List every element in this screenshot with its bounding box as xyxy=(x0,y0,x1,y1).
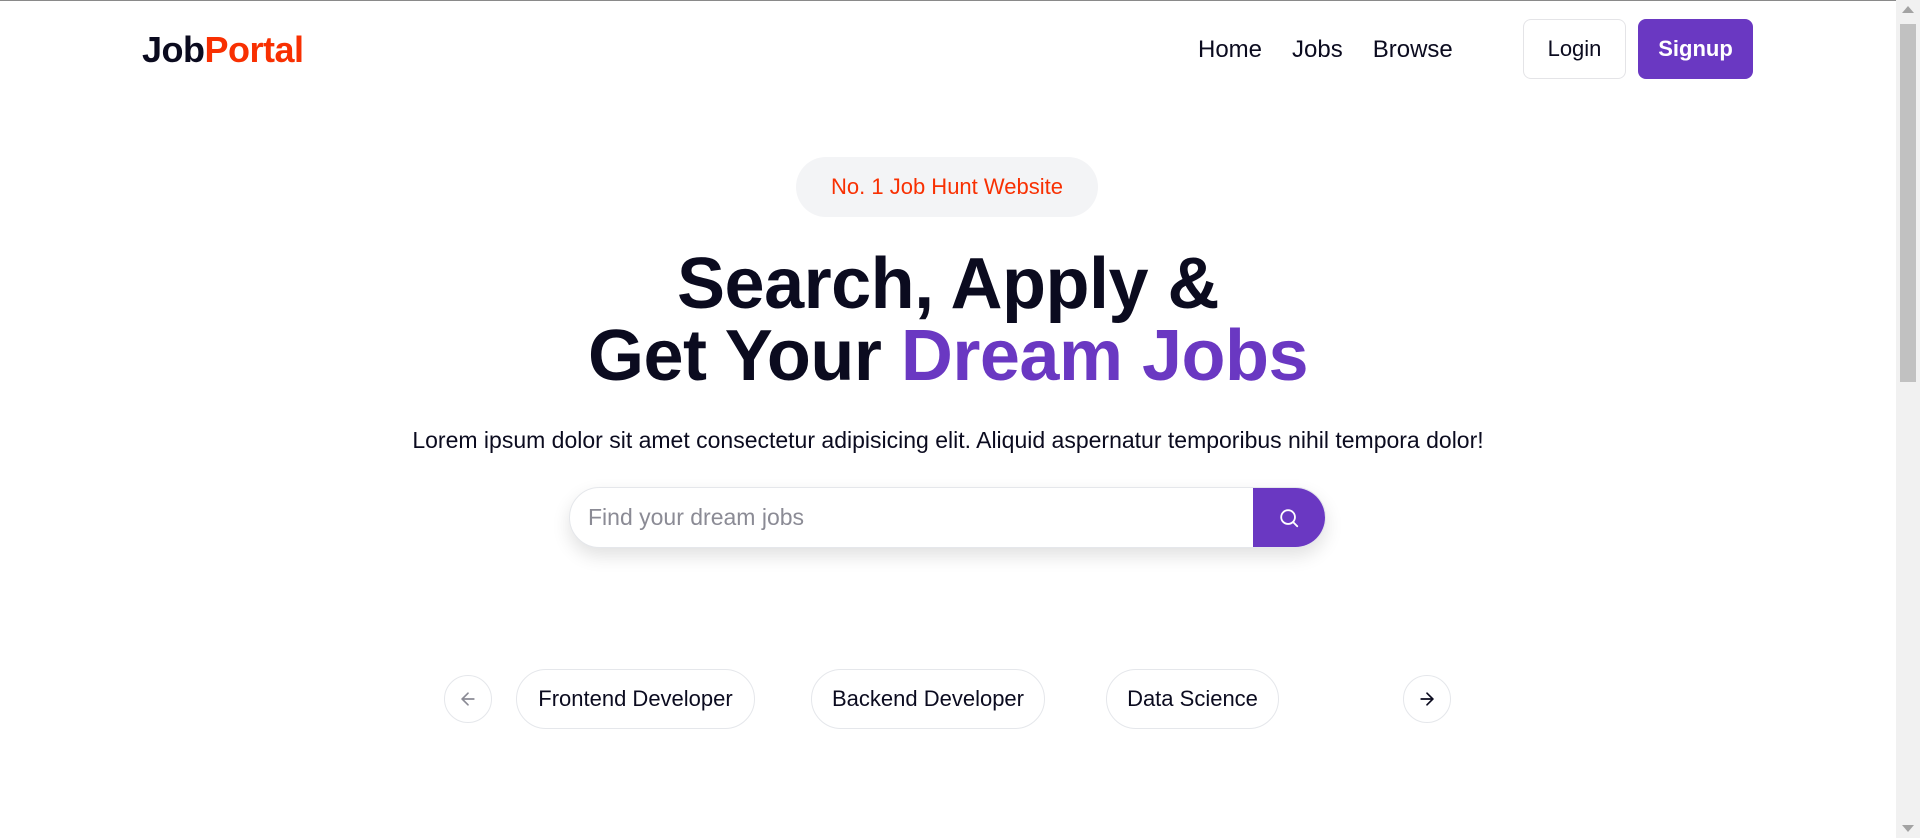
brand-logo-part1: Job xyxy=(142,29,205,70)
brand-logo[interactable]: JobPortal xyxy=(142,28,304,72)
login-button[interactable]: Login xyxy=(1523,19,1626,79)
search-bar xyxy=(569,487,1326,548)
nav-link-jobs[interactable]: Jobs xyxy=(1292,32,1343,68)
hero-headline-line1: Search, Apply & xyxy=(677,244,1220,324)
arrow-left-icon xyxy=(461,692,475,706)
brand-logo-part2: Portal xyxy=(204,29,305,70)
hero-headline-line2: Get Your Dream Jobs xyxy=(0,320,1896,392)
scrollbar-thumb[interactable] xyxy=(1900,24,1916,382)
carousel-prev-button[interactable] xyxy=(444,675,492,723)
signup-button[interactable]: Signup xyxy=(1638,19,1753,79)
scroll-down-arrow-icon[interactable] xyxy=(1902,825,1914,832)
hero-subtext: Lorem ipsum dolor sit amet consectetur a… xyxy=(412,427,1484,453)
hero-headline-accent: Dream Jobs xyxy=(900,316,1309,396)
category-chip[interactable]: Backend Developer xyxy=(811,669,1045,729)
carousel-next-button[interactable] xyxy=(1403,675,1451,723)
hero-headline-prefix: Get Your xyxy=(587,316,901,396)
arrow-right-icon xyxy=(1420,692,1434,706)
search-input[interactable] xyxy=(570,488,1253,547)
window-top-border xyxy=(0,0,1920,1)
nav-link-browse[interactable]: Browse xyxy=(1373,32,1453,68)
nav-link-home[interactable]: Home xyxy=(1198,32,1262,68)
category-chip[interactable]: Frontend Developer xyxy=(516,669,755,729)
search-button[interactable] xyxy=(1253,488,1325,547)
main-nav: Home Jobs Browse xyxy=(1198,32,1453,68)
search-icon xyxy=(1280,508,1299,527)
scroll-up-arrow-icon[interactable] xyxy=(1902,6,1914,13)
category-chip[interactable]: Data Science xyxy=(1106,669,1279,729)
hero-badge: No. 1 Job Hunt Website xyxy=(796,157,1098,217)
page-scrollbar[interactable] xyxy=(1896,0,1920,838)
hero-headline: Search, Apply & Get Your Dream Jobs xyxy=(0,248,1896,392)
